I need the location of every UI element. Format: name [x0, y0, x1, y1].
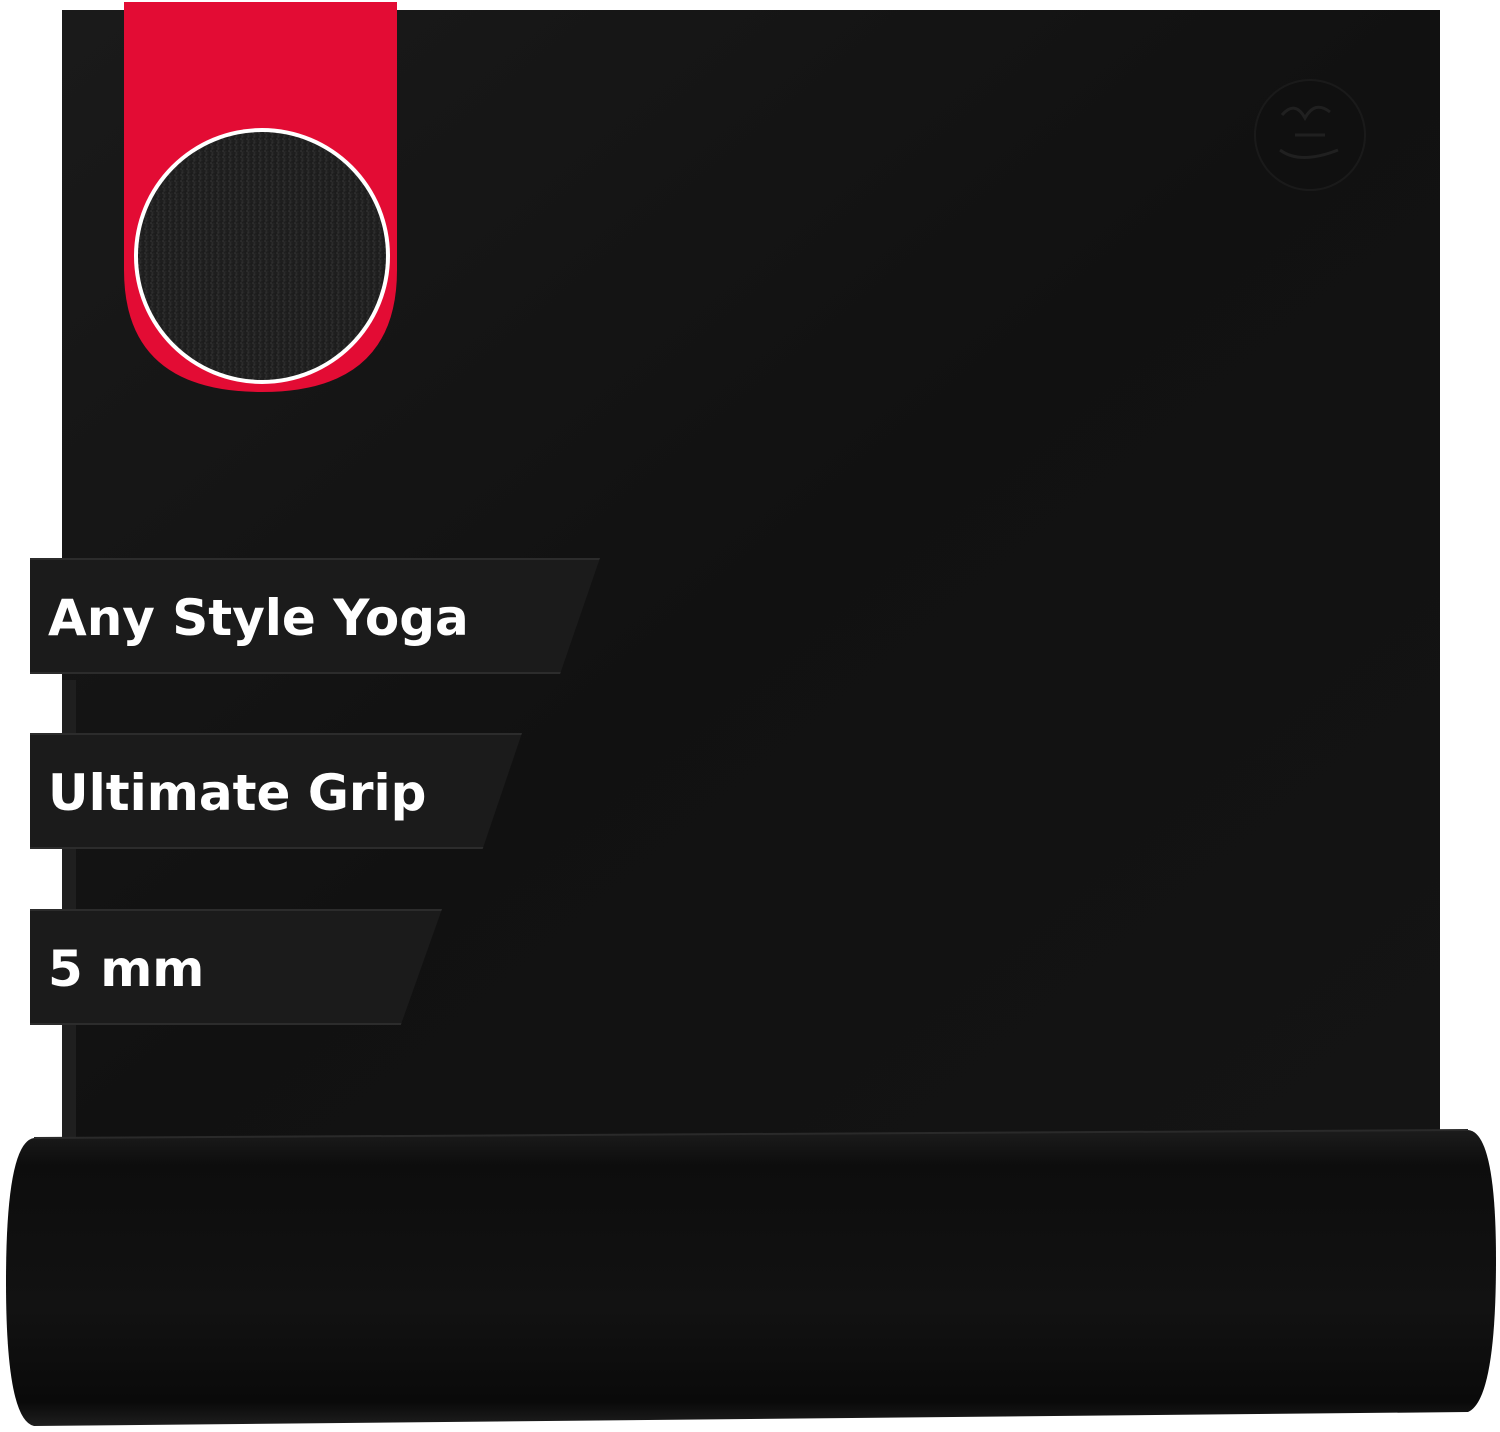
manduka-logo-icon	[1254, 79, 1366, 191]
yoga-mat-product-image	[6, 2, 1496, 1426]
mat-roll	[6, 1129, 1496, 1426]
texture-swatch-icon	[134, 128, 390, 384]
feature-label-thickness: 5 mm	[30, 909, 442, 1025]
feature-label-ultimate-grip: Ultimate Grip	[30, 733, 522, 849]
feature-label-any-style-yoga: Any Style Yoga	[30, 558, 600, 674]
